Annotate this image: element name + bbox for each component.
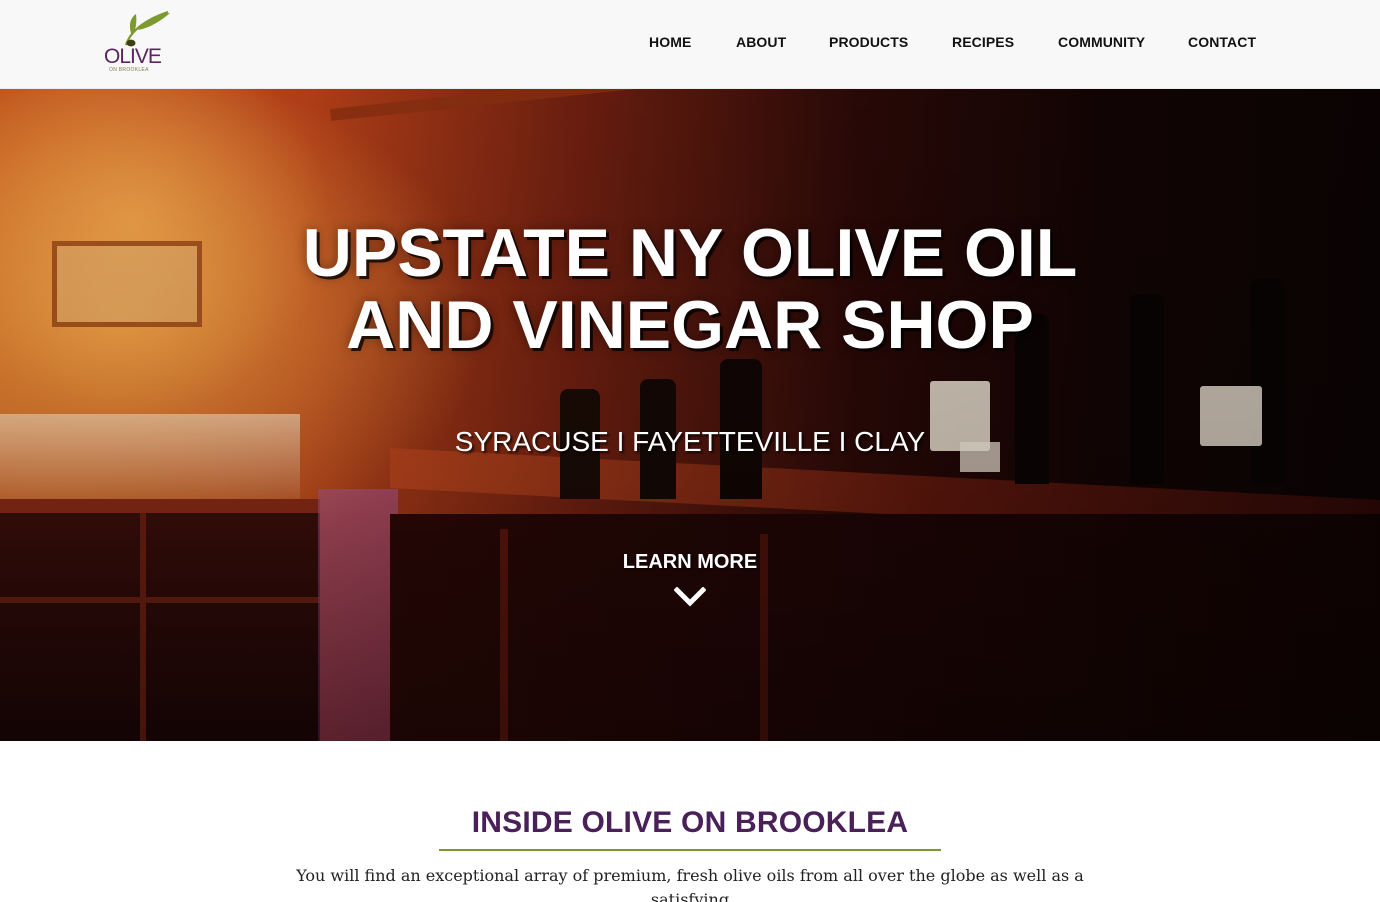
hero-banner: UPSTATE NY OLIVE OIL AND VINEGAR SHOP SY… [0,89,1380,741]
hero-headline: UPSTATE NY OLIVE OIL AND VINEGAR SHOP [0,217,1380,361]
nav-community[interactable]: COMMUNITY [1058,34,1145,50]
logo-subtext: ON BROOKLEA [109,67,149,73]
chevron-down-icon [674,587,706,607]
main-nav: HOME ABOUT PRODUCTS RECIPES COMMUNITY CO… [0,34,1380,52]
heading-divider [439,849,941,851]
nav-recipes[interactable]: RECIPES [952,34,1014,50]
nav-home[interactable]: HOME [649,34,691,50]
hero-locations: SYRACUSE I FAYETTEVILLE I CLAY [454,426,926,457]
nav-contact[interactable]: CONTACT [1188,34,1256,50]
hero-dark-overlay [0,89,1380,741]
nav-products[interactable]: PRODUCTS [829,34,908,50]
hero-headline-line-2: AND VINEGAR SHOP [346,287,1034,363]
intro-paragraph: You will find an exceptional array of pr… [296,866,1084,902]
learn-more-label: LEARN MORE [622,551,758,573]
nav-about[interactable]: ABOUT [736,34,786,50]
learn-more-button[interactable]: LEARN MORE [590,551,790,615]
section-heading: INSIDE OLIVE ON BROOKLEA [471,806,909,839]
site-header: OLIVE ON BROOKLEA HOME ABOUT PRODUCTS RE… [0,0,1380,89]
hero-headline-line-1: UPSTATE NY OLIVE OIL [302,215,1078,291]
